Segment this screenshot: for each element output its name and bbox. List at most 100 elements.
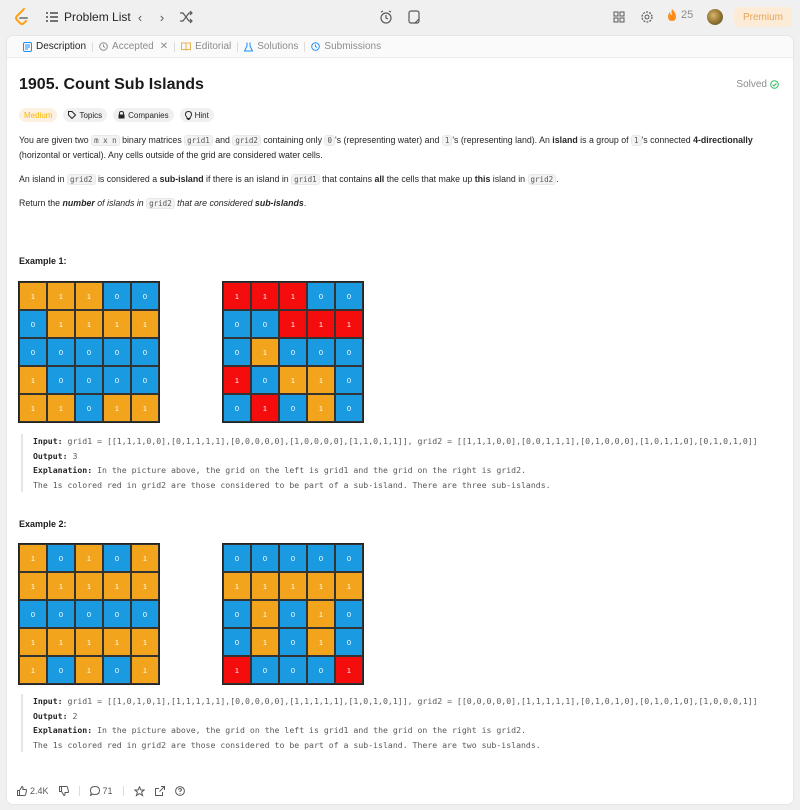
help-icon[interactable] — [174, 786, 185, 796]
grid-cell: 0 — [19, 600, 47, 628]
grid-cell: 0 — [335, 628, 363, 656]
thumbs-up-icon — [17, 786, 27, 796]
settings-gear-icon[interactable] — [639, 9, 655, 25]
like-button[interactable]: 2.4K — [17, 786, 49, 796]
grid-cell: 1 — [75, 656, 103, 684]
layout-grid-icon[interactable] — [611, 9, 627, 25]
grid-cell: 1 — [103, 394, 131, 422]
grid-cell: 0 — [335, 366, 363, 394]
history-icon — [311, 42, 321, 51]
example-2-heading: Example 2: — [19, 519, 67, 529]
problem-panel: Description Accepted ✕ Editorial Solutio… — [6, 35, 794, 805]
alarm-clock-icon[interactable] — [378, 9, 394, 25]
grid-cell: 1 — [103, 310, 131, 338]
grid-cell: 0 — [335, 544, 363, 572]
grid-cell: 1 — [75, 572, 103, 600]
tab-solutions[interactable]: Solutions — [238, 36, 304, 58]
grid-cell: 0 — [47, 656, 75, 684]
grid-cell: 1 — [19, 656, 47, 684]
grid-cell: 0 — [75, 600, 103, 628]
grid-cell: 0 — [19, 338, 47, 366]
grid-cell: 0 — [19, 310, 47, 338]
shuffle-icon[interactable] — [178, 9, 194, 25]
grid-cell: 0 — [103, 600, 131, 628]
grid-cell: 0 — [103, 656, 131, 684]
book-icon — [181, 42, 192, 51]
grid-cell: 0 — [279, 600, 307, 628]
grid-cell: 1 — [47, 628, 75, 656]
user-avatar[interactable] — [707, 9, 723, 25]
description-paragraph-2: An island in grid2 is considered a sub-i… — [19, 174, 559, 185]
grid-cell: 0 — [335, 394, 363, 422]
comment-count: 71 — [102, 786, 113, 796]
grid-cell: 0 — [251, 366, 279, 394]
grid-cell: 0 — [307, 338, 335, 366]
grid-cell: 0 — [103, 282, 131, 310]
grid-cell: 1 — [251, 628, 279, 656]
panel-tabs: Description Accepted ✕ Editorial Solutio… — [7, 36, 793, 58]
grid-cell: 0 — [335, 600, 363, 628]
problem-list-button[interactable]: Problem List — [46, 10, 131, 24]
grid-cell: 1 — [19, 544, 47, 572]
grid-cell: 0 — [131, 338, 159, 366]
grid-cell: 1 — [307, 394, 335, 422]
solved-status: Solved — [736, 79, 779, 90]
grid-cell: 1 — [251, 338, 279, 366]
problem-tags: Medium Topics Companies Hint — [19, 108, 214, 122]
grid-cell: 0 — [279, 656, 307, 684]
grid-cell: 1 — [223, 366, 251, 394]
example-1-grid1: 1110001111000001000011011 — [18, 281, 160, 423]
grid-cell: 0 — [223, 628, 251, 656]
flask-icon — [244, 42, 254, 51]
star-icon[interactable] — [133, 785, 145, 797]
tab-accepted[interactable]: Accepted ✕ — [93, 36, 174, 58]
companies-button[interactable]: Companies — [113, 108, 174, 122]
tab-description[interactable]: Description — [17, 36, 92, 58]
grid-cell: 0 — [307, 656, 335, 684]
grid-cell: 0 — [131, 366, 159, 394]
topics-button[interactable]: Topics — [63, 108, 108, 122]
streak-counter[interactable]: 25 — [667, 9, 693, 21]
check-circle-icon — [770, 80, 779, 89]
tab-editorial[interactable]: Editorial — [175, 36, 237, 58]
example-1-heading: Example 1: — [19, 256, 67, 266]
top-navbar: Problem List ‹ › 25 Premium — [0, 0, 800, 34]
grid-cell: 1 — [335, 572, 363, 600]
grid-cell: 1 — [19, 366, 47, 394]
grid-cell: 1 — [131, 544, 159, 572]
grid-cell: 1 — [47, 282, 75, 310]
example-1-input: grid1 = [[1,1,1,0,0],[0,1,1,1,1],[0,0,0,… — [67, 436, 758, 446]
thumbs-down-icon[interactable] — [58, 786, 69, 796]
next-problem-icon[interactable]: › — [154, 9, 170, 25]
problem-footer: 2.4K 71 — [7, 778, 793, 804]
grid-cell: 1 — [75, 628, 103, 656]
comments-button[interactable]: 71 — [89, 786, 113, 796]
leetcode-logo[interactable] — [14, 8, 30, 26]
description-icon — [23, 41, 32, 52]
grid-cell: 0 — [103, 366, 131, 394]
grid-cell: 0 — [131, 282, 159, 310]
problem-title: 1905. Count Sub Islands — [19, 76, 204, 93]
prev-problem-icon[interactable]: ‹ — [132, 9, 148, 25]
premium-button[interactable]: Premium — [734, 7, 792, 27]
grid-cell: 0 — [131, 600, 159, 628]
problem-list-label: Problem List — [64, 10, 131, 24]
description-paragraph-3: Return the number of islands in grid2 th… — [19, 198, 307, 209]
hint-button[interactable]: Hint — [179, 108, 214, 122]
grid-cell: 1 — [75, 544, 103, 572]
grid-cell: 0 — [47, 544, 75, 572]
grid-cell: 0 — [251, 656, 279, 684]
share-icon[interactable] — [154, 786, 165, 796]
grid-cell: 0 — [75, 394, 103, 422]
grid-cell: 1 — [307, 572, 335, 600]
grid-cell: 1 — [131, 310, 159, 338]
close-tab-icon[interactable]: ✕ — [160, 41, 168, 52]
example-2-grid2: 0000011111010100101010001 — [222, 543, 364, 685]
lock-icon — [118, 111, 125, 119]
grid-cell: 1 — [307, 366, 335, 394]
note-icon[interactable] — [406, 9, 422, 25]
tab-submissions[interactable]: Submissions — [305, 36, 387, 58]
grid-cell: 0 — [47, 600, 75, 628]
grid-cell: 0 — [279, 394, 307, 422]
grid-cell: 0 — [223, 310, 251, 338]
